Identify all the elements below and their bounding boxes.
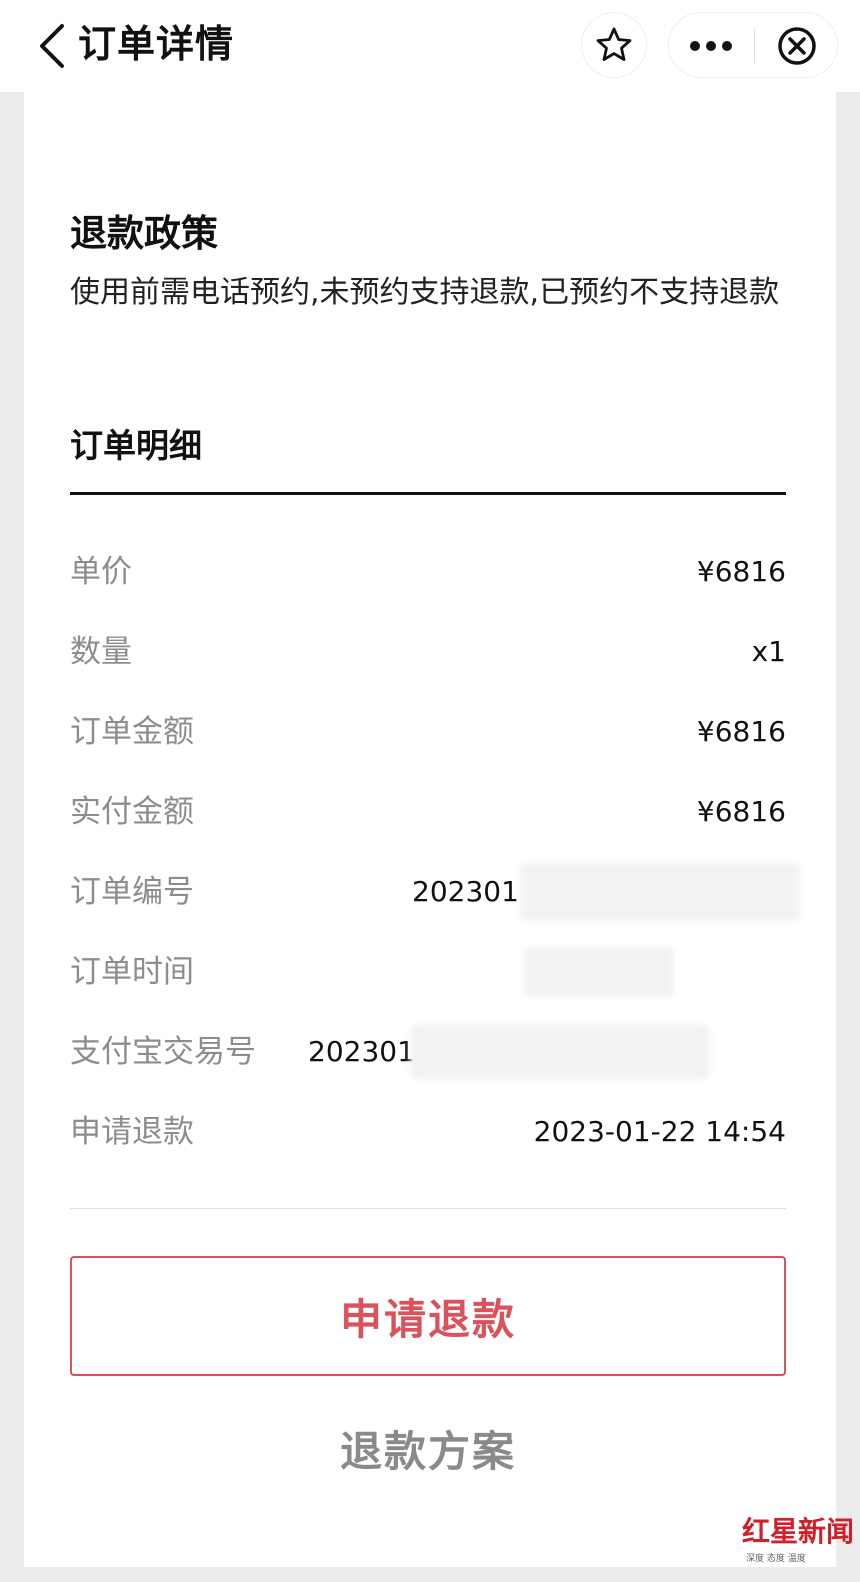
apply-refund-button[interactable]: 申请退款 bbox=[70, 1256, 786, 1376]
close-button[interactable] bbox=[755, 13, 839, 79]
news-watermark: 红星新闻 深度 态度 温度 bbox=[742, 1512, 855, 1576]
row-label: 订单金额 bbox=[70, 714, 194, 750]
more-icon bbox=[690, 41, 732, 51]
star-icon bbox=[596, 27, 632, 61]
mini-program-capsule bbox=[668, 12, 838, 78]
refund-plan-link[interactable]: 退款方案 bbox=[70, 1422, 786, 1482]
back-button[interactable] bbox=[34, 22, 70, 70]
refund-policy-heading: 退款政策 bbox=[70, 212, 218, 255]
detail-row-quantity: 数量 x1 bbox=[70, 627, 786, 677]
row-value: 2023-01-22 14:54 bbox=[533, 1115, 786, 1148]
favorite-button[interactable] bbox=[581, 12, 647, 78]
watermark-logo-text: 红星新闻 bbox=[742, 1515, 855, 1548]
detail-row-refund-request-time: 申请退款 2023-01-22 14:54 bbox=[70, 1107, 786, 1157]
detail-row-unit-price: 单价 ¥6816 bbox=[70, 547, 786, 597]
watermark-slogan: 深度 态度 温度 bbox=[746, 1554, 806, 1564]
row-label: 订单编号 bbox=[70, 874, 194, 910]
refund-policy-text: 使用前需电话预约,未预约支持退款,已预约不支持退款 bbox=[70, 275, 780, 310]
redacted-mask bbox=[410, 1025, 710, 1079]
detail-row-order-number: 订单编号 202301 bbox=[70, 863, 800, 921]
row-label: 订单时间 bbox=[70, 954, 194, 990]
row-value: ¥6816 bbox=[696, 795, 786, 828]
actions-divider bbox=[70, 1208, 786, 1209]
order-detail-heading: 订单明细 bbox=[70, 426, 202, 465]
page-title: 订单详情 bbox=[78, 22, 235, 66]
chevron-left-icon bbox=[40, 24, 64, 68]
section-divider bbox=[70, 492, 786, 495]
detail-row-alipay-trade-number: 支付宝交易号 202301 bbox=[70, 1025, 786, 1079]
order-detail-card: 退款政策 使用前需电话预约,未预约支持退款,已预约不支持退款 订单明细 单价 ¥… bbox=[24, 92, 836, 1567]
row-value: x1 bbox=[751, 635, 786, 668]
top-navigation-bar: 订单详情 bbox=[0, 0, 860, 92]
detail-row-order-time: 订单时间 bbox=[70, 947, 786, 997]
detail-row-paid-amount: 实付金额 ¥6816 bbox=[70, 787, 786, 837]
redacted-mask bbox=[524, 947, 674, 997]
row-value: 202301 bbox=[308, 1035, 415, 1068]
row-value: 202301 bbox=[412, 875, 519, 908]
row-label: 支付宝交易号 bbox=[70, 1034, 256, 1070]
row-label: 单价 bbox=[70, 554, 132, 590]
redacted-mask bbox=[520, 863, 800, 921]
row-label: 实付金额 bbox=[70, 794, 194, 830]
row-label: 申请退款 bbox=[70, 1114, 194, 1150]
more-button[interactable] bbox=[669, 13, 753, 79]
detail-row-order-amount: 订单金额 ¥6816 bbox=[70, 707, 786, 757]
row-value: ¥6816 bbox=[696, 715, 786, 748]
row-value: ¥6816 bbox=[696, 555, 786, 588]
close-circle-icon bbox=[778, 27, 816, 65]
row-label: 数量 bbox=[70, 634, 132, 670]
